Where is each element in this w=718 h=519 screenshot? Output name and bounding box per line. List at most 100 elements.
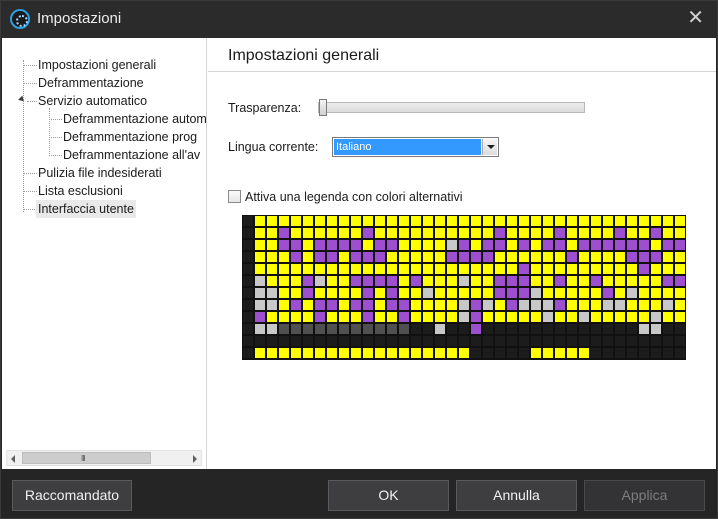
sidebar-item-boot-defrag[interactable]: Deframmentazione all'av — [63, 146, 200, 164]
cluster-block — [399, 276, 409, 286]
sidebar-horizontal-scrollbar[interactable]: III — [6, 450, 202, 466]
cancel-button[interactable]: Annulla — [456, 480, 577, 511]
language-select[interactable]: Italiano — [332, 137, 499, 157]
cluster-block — [519, 336, 529, 346]
ok-button[interactable]: OK — [328, 480, 449, 511]
cluster-block — [255, 264, 265, 274]
cluster-block — [435, 240, 445, 250]
scrollbar-thumb[interactable]: III — [22, 452, 151, 464]
cluster-block — [303, 336, 313, 346]
cluster-block — [351, 324, 361, 334]
scroll-right-icon[interactable] — [193, 455, 197, 463]
cluster-block — [315, 228, 325, 238]
cluster-block — [591, 348, 601, 358]
sidebar-item-auto-defrag[interactable]: Deframmentazione autom — [63, 110, 207, 128]
cluster-block — [411, 300, 421, 310]
cluster-map-svg — [242, 215, 686, 360]
cluster-block — [591, 264, 601, 274]
cluster-block — [363, 312, 373, 322]
cluster-block — [567, 216, 577, 226]
sidebar-item-exclusions[interactable]: Lista esclusioni — [38, 182, 123, 200]
cluster-block — [663, 324, 673, 334]
cluster-block — [435, 228, 445, 238]
cluster-block — [627, 324, 637, 334]
cluster-block — [639, 348, 649, 358]
cluster-block — [543, 300, 553, 310]
chevron-down-icon[interactable] — [482, 139, 497, 155]
cluster-block — [543, 264, 553, 274]
cluster-block — [327, 264, 337, 274]
cluster-block — [639, 240, 649, 250]
cluster-block — [423, 324, 433, 334]
cluster-block — [663, 312, 673, 322]
cluster-block — [339, 240, 349, 250]
transparency-slider-thumb[interactable] — [319, 99, 327, 116]
cluster-block — [375, 252, 385, 262]
sidebar-item-junk-clean[interactable]: Pulizia file indesiderati — [38, 164, 162, 182]
sidebar-item-general[interactable]: Impostazioni generali — [38, 56, 156, 74]
sidebar-item-auto-service[interactable]: Servizio automatico — [38, 92, 147, 110]
cluster-block — [483, 300, 493, 310]
close-icon[interactable]: ✕ — [687, 8, 704, 28]
cluster-block — [375, 264, 385, 274]
sidebar-item-user-interface[interactable]: Interfaccia utente — [36, 200, 136, 218]
scroll-left-icon[interactable] — [11, 455, 15, 463]
cluster-block — [363, 276, 373, 286]
cluster-block — [411, 216, 421, 226]
cluster-block — [435, 252, 445, 262]
cluster-block — [291, 276, 301, 286]
cluster-block — [507, 300, 517, 310]
cluster-block — [471, 276, 481, 286]
cluster-block — [435, 348, 445, 358]
cluster-block — [447, 276, 457, 286]
cluster-block — [579, 300, 589, 310]
cluster-block — [507, 288, 517, 298]
cluster-block — [339, 264, 349, 274]
cluster-block — [243, 288, 253, 298]
cluster-block — [603, 240, 613, 250]
cluster-block — [615, 228, 625, 238]
cluster-block — [447, 228, 457, 238]
cluster-block — [651, 324, 661, 334]
apply-button[interactable]: Applica — [584, 480, 705, 511]
recommended-button[interactable]: Raccomandato — [12, 480, 132, 511]
cluster-block — [579, 264, 589, 274]
cluster-block — [399, 336, 409, 346]
cluster-block — [387, 312, 397, 322]
cluster-block — [507, 264, 517, 274]
cluster-block — [303, 240, 313, 250]
expand-arrow-icon[interactable] — [18, 95, 26, 104]
sidebar-item-defrag[interactable]: Deframmentazione — [38, 74, 144, 92]
cluster-block — [435, 324, 445, 334]
cluster-block — [279, 324, 289, 334]
cluster-block — [483, 336, 493, 346]
sidebar-item-scheduled-defrag[interactable]: Deframmentazione prog — [63, 128, 197, 146]
cluster-block — [639, 336, 649, 346]
transparency-slider-track[interactable] — [318, 102, 585, 113]
cluster-block — [495, 336, 505, 346]
cluster-block — [639, 288, 649, 298]
cluster-block — [507, 276, 517, 286]
cluster-block — [375, 300, 385, 310]
cluster-block — [555, 252, 565, 262]
cluster-block — [651, 288, 661, 298]
cluster-block — [495, 276, 505, 286]
alt-legend-checkbox[interactable] — [228, 190, 241, 203]
cluster-block — [243, 312, 253, 322]
cluster-block — [447, 264, 457, 274]
cluster-block — [267, 252, 277, 262]
cluster-block — [507, 240, 517, 250]
cluster-block — [363, 252, 373, 262]
cluster-block — [459, 288, 469, 298]
cluster-block — [663, 288, 673, 298]
cluster-block — [603, 228, 613, 238]
cluster-block — [327, 228, 337, 238]
cluster-block — [543, 324, 553, 334]
cluster-block — [483, 228, 493, 238]
cluster-block — [519, 264, 529, 274]
cluster-block — [267, 312, 277, 322]
cluster-block — [591, 336, 601, 346]
cluster-block — [435, 336, 445, 346]
cluster-block — [327, 252, 337, 262]
cluster-block — [363, 216, 373, 226]
